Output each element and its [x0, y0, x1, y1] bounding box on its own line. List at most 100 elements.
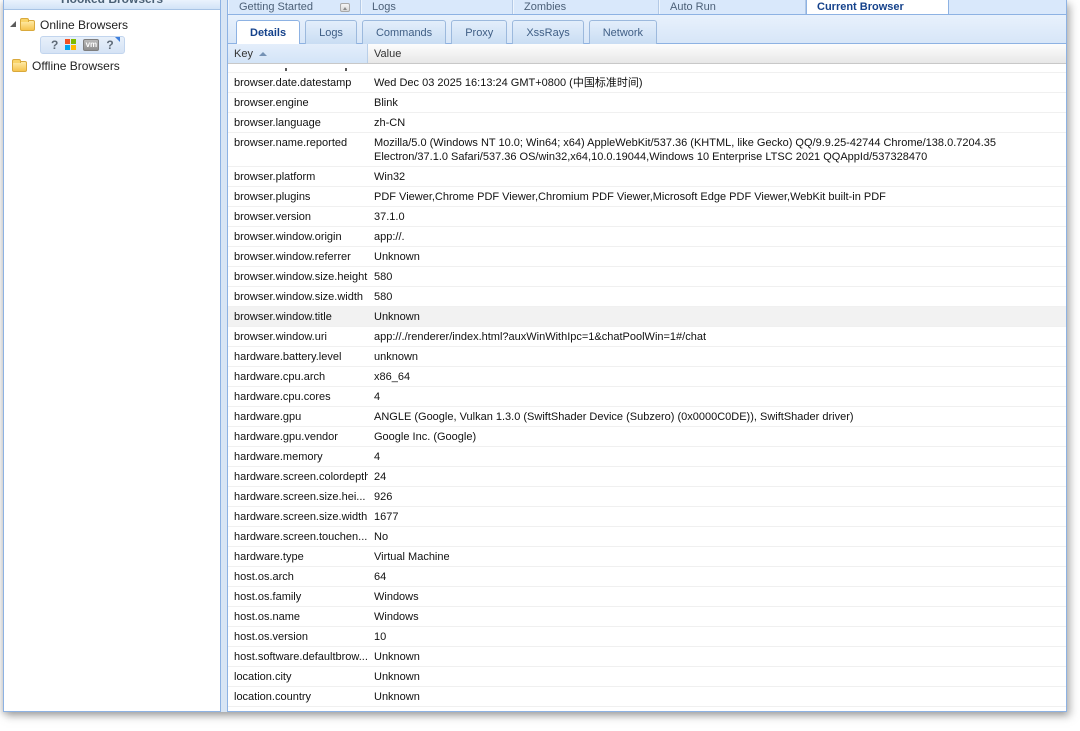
- expanded-node-icon[interactable]: [10, 21, 16, 27]
- table-row[interactable]: browser.window.originapp://.: [228, 227, 1066, 247]
- key-cell: browser.window.size.height: [228, 267, 368, 286]
- beef-window: Hooked Browsers Online Browsers ? vm ? O…: [3, 0, 1067, 712]
- table-row[interactable]: hardware.screen.size.hei...926: [228, 487, 1066, 507]
- tree-node-offline-browsers[interactable]: Offline Browsers: [4, 57, 220, 75]
- table-row[interactable]: browser.date.datestampWed Dec 03 2025 16…: [228, 73, 1066, 93]
- tree-node-hooked-browser[interactable]: ? vm ?: [40, 36, 125, 54]
- hooked-browsers-panel: Hooked Browsers Online Browsers ? vm ? O…: [3, 0, 221, 712]
- online-browsers-label: Online Browsers: [40, 18, 128, 32]
- key-cell: location.city: [228, 667, 368, 686]
- table-row[interactable]: browser.window.size.width580: [228, 287, 1066, 307]
- table-row[interactable]: host.software.defaultbrow...Unknown: [228, 647, 1066, 667]
- value-cell: 580: [368, 267, 1066, 286]
- table-row[interactable]: location.cityUnknown: [228, 667, 1066, 687]
- tab-label: Logs: [319, 27, 343, 39]
- value-cell: No: [368, 527, 1066, 546]
- key-cell: browser.engine: [228, 93, 368, 112]
- key-cell: hardware.memory: [228, 447, 368, 466]
- key-cell: browser.version: [228, 207, 368, 226]
- column-header-key[interactable]: Key: [228, 44, 368, 63]
- main-tab-auto-run[interactable]: Auto Run: [659, 0, 806, 14]
- tab-logs[interactable]: Logs: [305, 20, 357, 44]
- key-cell: browser.name.reported: [228, 133, 368, 166]
- table-row[interactable]: browser.name.reportedMozilla/5.0 (Window…: [228, 133, 1066, 167]
- table-row[interactable]: browser.platformWin32: [228, 167, 1066, 187]
- table-row[interactable]: browser.version37.1.0: [228, 207, 1066, 227]
- main-tab-logs[interactable]: Logs: [361, 0, 513, 14]
- table-row[interactable]: hardware.battery.levelunknown: [228, 347, 1066, 367]
- value-cell: Windows: [368, 607, 1066, 626]
- tab-details[interactable]: Details: [236, 20, 300, 45]
- table-row[interactable]: location.countryUnknown: [228, 687, 1066, 707]
- main-tab-label: Logs: [372, 1, 396, 13]
- key-cell: browser.date.datestamp: [228, 73, 368, 92]
- key-cell: host.os.version: [228, 627, 368, 646]
- table-row[interactable]: hardware.screen.size.width1677: [228, 507, 1066, 527]
- value-cell: 926: [368, 487, 1066, 506]
- tab-label: XssRays: [526, 27, 569, 39]
- table-row[interactable]: browser.window.titleUnknown: [228, 307, 1066, 327]
- table-row[interactable]: host.os.familyWindows: [228, 587, 1066, 607]
- main-tab-getting-started[interactable]: Getting Started: [228, 0, 361, 14]
- main-tab-label: Auto Run: [670, 1, 716, 13]
- value-column-label: Value: [374, 48, 401, 60]
- tab-network[interactable]: Network: [589, 20, 657, 44]
- tab-xssrays[interactable]: XssRays: [512, 20, 583, 44]
- table-row[interactable]: browser.window.size.height580: [228, 267, 1066, 287]
- main-tab-label: Zombies: [524, 1, 566, 13]
- table-row[interactable]: browser.languagezh-CN: [228, 113, 1066, 133]
- key-cell: hardware.gpu: [228, 407, 368, 426]
- key-cell: location.country: [228, 687, 368, 706]
- folder-open-icon: [20, 20, 35, 31]
- value-cell: Unknown: [368, 247, 1066, 266]
- value-cell: Win32: [368, 167, 1066, 186]
- table-row[interactable]: host.os.version10: [228, 627, 1066, 647]
- scroll-up-icon[interactable]: [340, 3, 350, 12]
- key-cell: browser.window.referrer: [228, 247, 368, 266]
- table-row[interactable]: host.os.nameWindows: [228, 607, 1066, 627]
- value-cell: Virtual Machine: [368, 547, 1066, 566]
- key-cell: browser.window.uri: [228, 327, 368, 346]
- value-cell: app://.: [368, 227, 1066, 246]
- table-row[interactable]: browser.window.uriapp://./renderer/index…: [228, 327, 1066, 347]
- key-cell: host.os.arch: [228, 567, 368, 586]
- hooked-browsers-title: Hooked Browsers: [4, 0, 220, 6]
- value-cell: Windows: [368, 587, 1066, 606]
- key-cell: browser.plugins: [228, 187, 368, 206]
- sort-asc-icon: [259, 52, 267, 56]
- value-cell: 4: [368, 447, 1066, 466]
- table-row[interactable]: hardware.gpu.vendorGoogle Inc. (Google): [228, 427, 1066, 447]
- unknown-flag-icon: ?: [106, 38, 113, 52]
- column-header-value[interactable]: Value: [368, 44, 1066, 63]
- windows-os-icon: [65, 39, 77, 51]
- table-row[interactable]: hardware.screen.colordepth24: [228, 467, 1066, 487]
- table-row[interactable]: host.os.arch64: [228, 567, 1066, 587]
- value-cell: Unknown: [368, 667, 1066, 686]
- value-cell: unknown: [368, 347, 1066, 366]
- table-row[interactable]: hardware.cpu.cores4: [228, 387, 1066, 407]
- table-row[interactable]: hardware.screen.touchen...No: [228, 527, 1066, 547]
- table-row[interactable]: hardware.memory4: [228, 447, 1066, 467]
- tab-proxy[interactable]: Proxy: [451, 20, 507, 44]
- offline-browsers-label: Offline Browsers: [32, 59, 120, 73]
- table-row[interactable]: browser.engineBlink: [228, 93, 1066, 113]
- value-cell: app://./renderer/index.html?auxWinWithIp…: [368, 327, 1066, 346]
- tree-node-online-browsers[interactable]: Online Browsers: [4, 16, 220, 34]
- tab-label: Details: [250, 27, 286, 39]
- folder-closed-icon: [12, 61, 27, 72]
- tab-commands[interactable]: Commands: [362, 20, 446, 44]
- table-row[interactable]: hardware.typeVirtual Machine: [228, 547, 1066, 567]
- value-cell: Mozilla/5.0 (Windows NT 10.0; Win64; x64…: [368, 133, 1066, 166]
- main-tab-bar: Getting Started Logs Zombies Auto Run Curren…: [228, 0, 1066, 15]
- value-cell: x86_64: [368, 367, 1066, 386]
- tab-label: Commands: [376, 27, 432, 39]
- main-tab-zombies[interactable]: Zombies: [513, 0, 659, 14]
- browser-tree: Online Browsers ? vm ? Offline Browsers: [4, 10, 220, 75]
- table-row[interactable]: hardware.cpu.archx86_64: [228, 367, 1066, 387]
- table-row[interactable]: hardware.gpuANGLE (Google, Vulkan 1.3.0 …: [228, 407, 1066, 427]
- table-row[interactable]: browser.window.referrerUnknown: [228, 247, 1066, 267]
- main-tab-current-browser[interactable]: Current Browser: [806, 0, 949, 14]
- hooked-browsers-header: Hooked Browsers: [4, 0, 220, 10]
- table-row[interactable]: browser.pluginsPDF Viewer,Chrome PDF Vie…: [228, 187, 1066, 207]
- value-cell: ANGLE (Google, Vulkan 1.3.0 (SwiftShader…: [368, 407, 1066, 426]
